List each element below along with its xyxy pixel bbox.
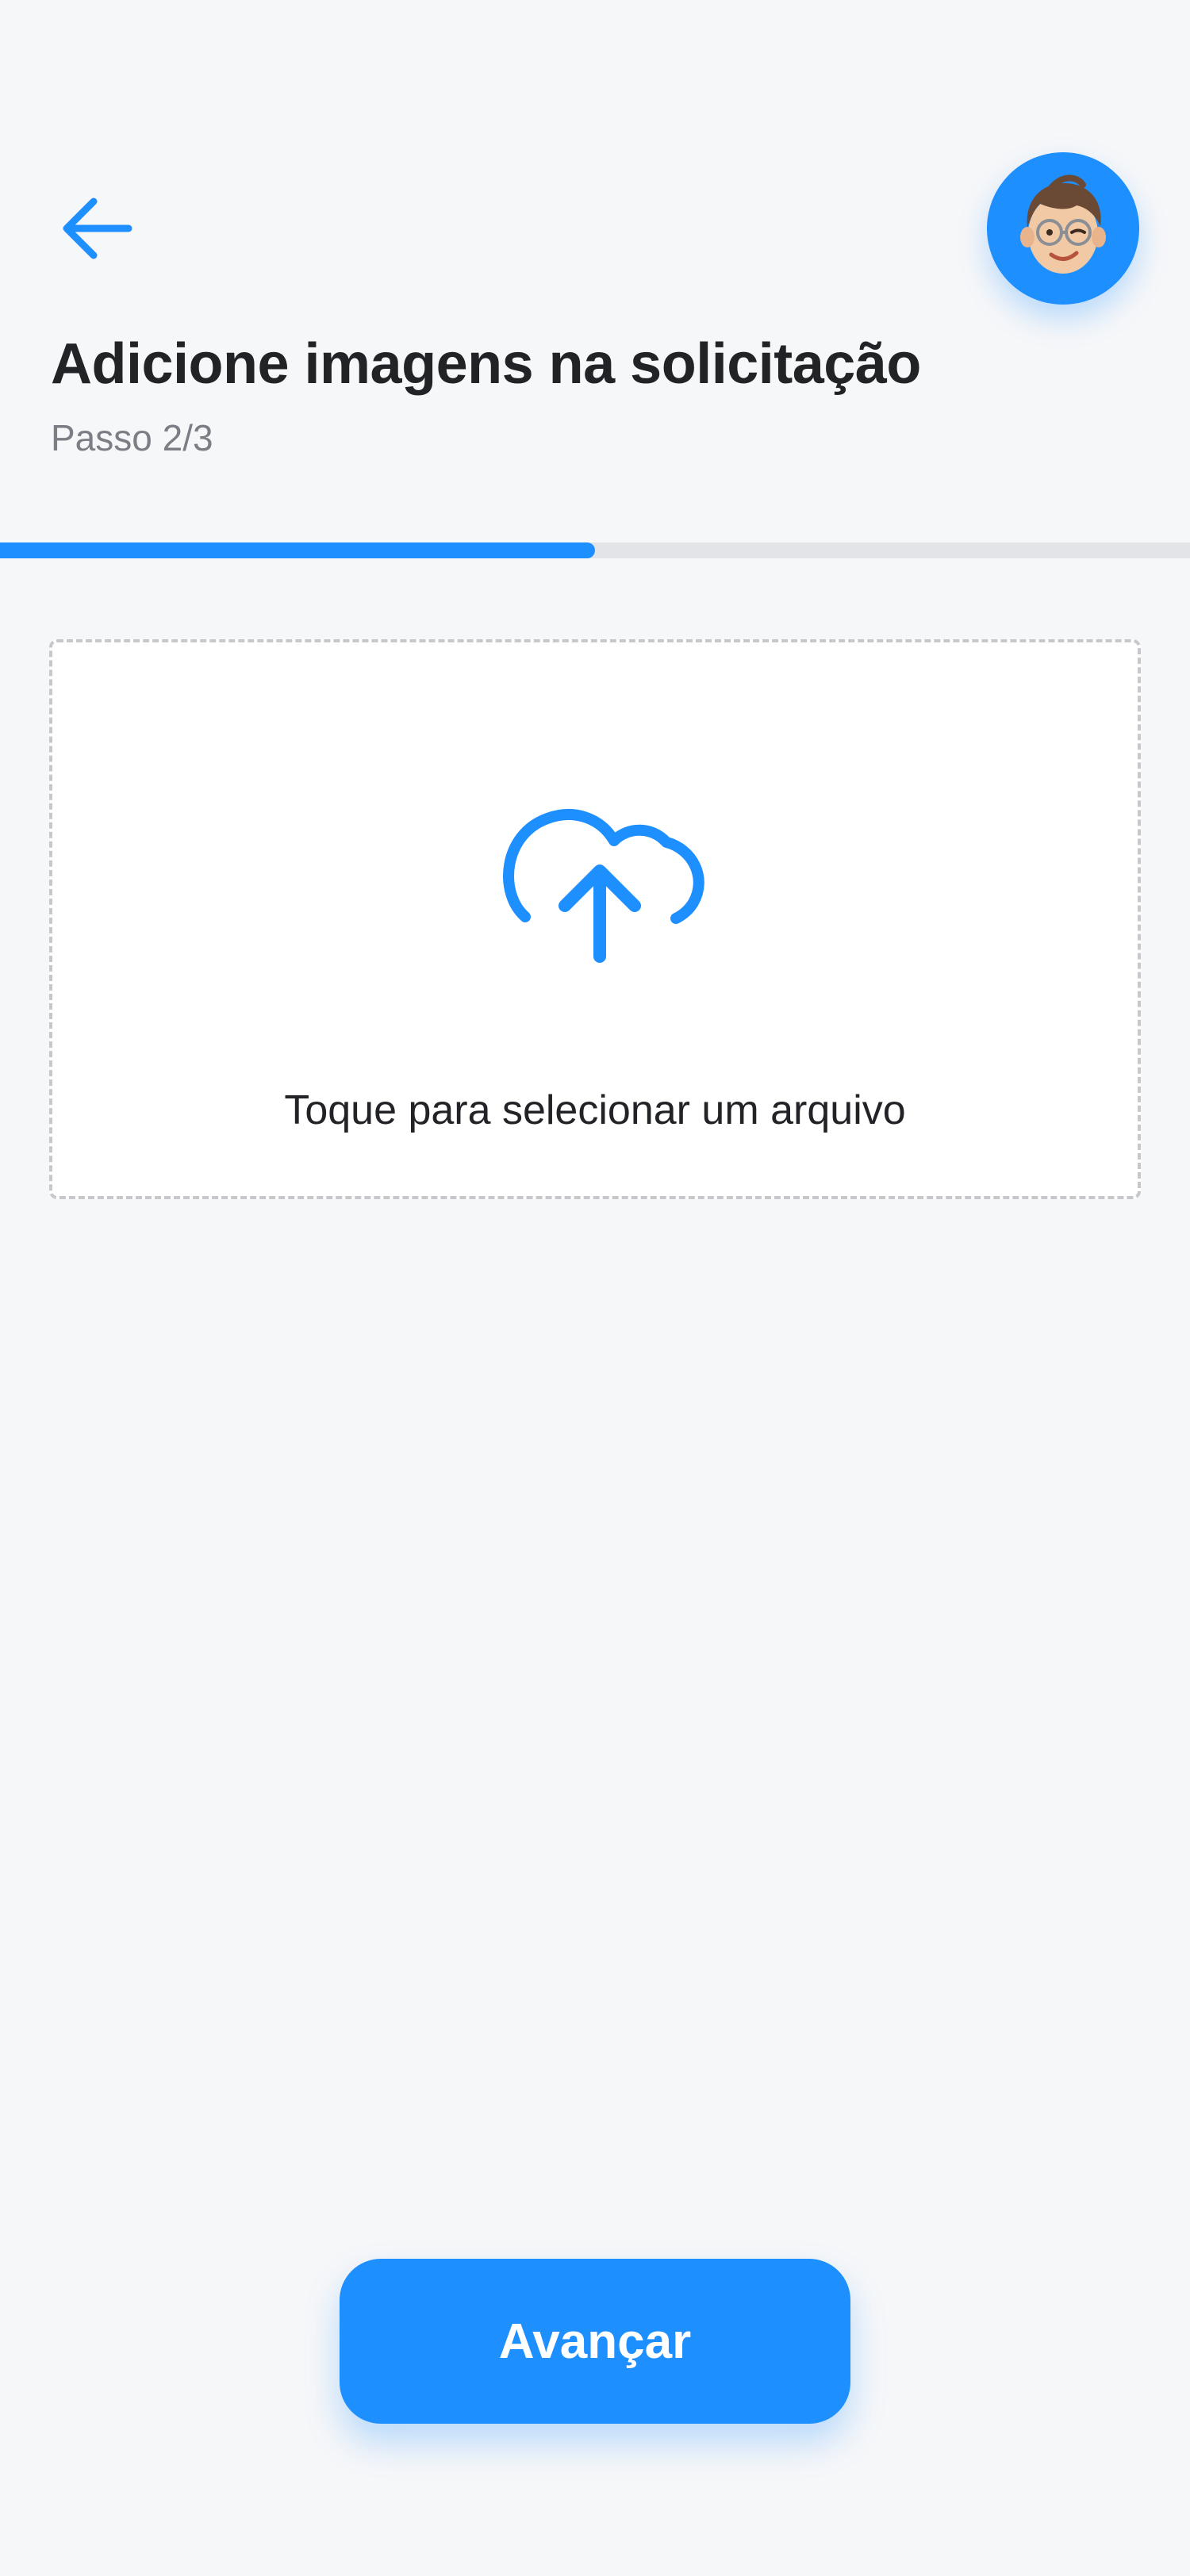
file-upload-area[interactable]: Toque para selecionar um arquivo (49, 639, 1141, 1199)
progress-bar (0, 542, 1190, 558)
arrow-left-icon (63, 197, 132, 259)
back-button[interactable] (56, 184, 143, 271)
cloud-upload-icon (503, 809, 704, 963)
memoji-avatar-icon (1020, 174, 1106, 274)
page-title: Adicione imagens na solicitação (51, 332, 921, 396)
avatar[interactable] (987, 152, 1139, 305)
progress-fill (0, 542, 595, 558)
advance-button[interactable]: Avançar (340, 2259, 850, 2424)
screen: Adicione imagens na solicitação Passo 2/… (0, 0, 1190, 2576)
upload-label: Toque para selecionar um arquivo (284, 1087, 906, 1133)
step-label: Passo 2/3 (51, 417, 213, 458)
